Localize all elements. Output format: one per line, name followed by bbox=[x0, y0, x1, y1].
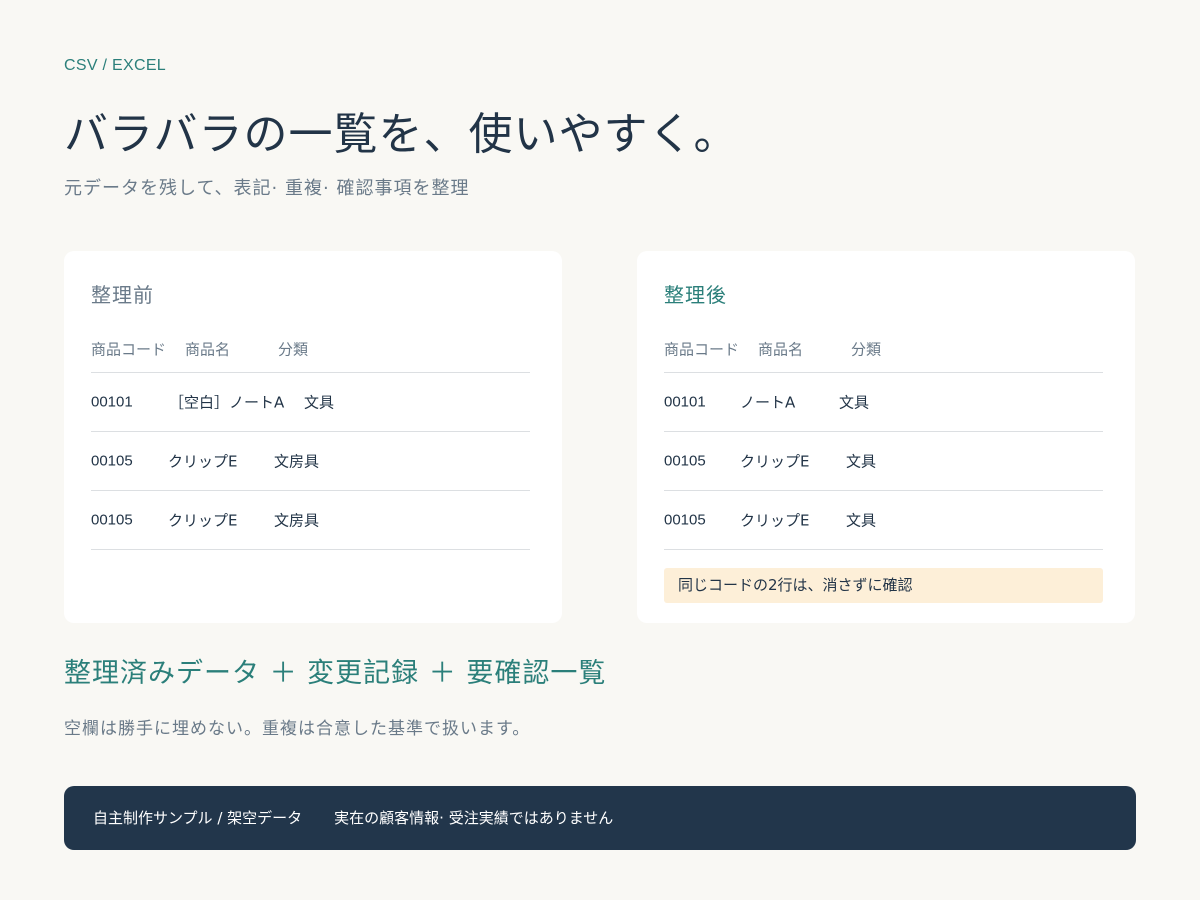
cell-code: 00105 bbox=[664, 452, 706, 470]
column-header-category: 分類 bbox=[851, 340, 882, 359]
table-row: 00105 クリップE 文具 bbox=[664, 432, 1103, 491]
duplicate-note: 同じコードの2行は、消さずに確認 bbox=[664, 568, 1103, 603]
cell-code: 00101 bbox=[91, 393, 133, 411]
column-header-code: 商品コード bbox=[91, 340, 167, 359]
cell-code: 00101 bbox=[664, 393, 706, 411]
eyebrow-label: CSV / EXCEL bbox=[64, 57, 167, 74]
table-header-row: 商品コード 商品名 分類 bbox=[664, 329, 1103, 373]
cell-name: ［空白］ノートA bbox=[169, 393, 285, 412]
before-card-title: 整理前 bbox=[91, 283, 154, 307]
cell-name: クリップE bbox=[740, 511, 810, 530]
page-subtitle: 元データを残して、表記· 重複· 確認事項を整理 bbox=[64, 178, 470, 199]
after-card-title: 整理後 bbox=[664, 283, 727, 307]
cell-name: ノートA bbox=[740, 393, 796, 412]
deliverables-note: 空欄は勝手に埋めない。重複は合意した基準で扱います。 bbox=[64, 719, 531, 739]
after-table: 商品コード 商品名 分類 00101 ノートA 文具 00105 クリップE 文… bbox=[664, 329, 1103, 550]
cell-category: 文房具 bbox=[274, 452, 320, 471]
cell-code: 00105 bbox=[91, 452, 133, 470]
column-header-code: 商品コード bbox=[664, 340, 740, 359]
before-table: 商品コード 商品名 分類 00101 ［空白］ノートA 文具 00105 クリッ… bbox=[91, 329, 530, 550]
table-header-row: 商品コード 商品名 分類 bbox=[91, 329, 530, 373]
after-card: 整理後 商品コード 商品名 分類 00101 ノートA 文具 00105 クリッ… bbox=[637, 251, 1135, 623]
column-header-name: 商品名 bbox=[758, 340, 804, 359]
deliverables-heading: 整理済みデータ ＋ 変更記録 ＋ 要確認一覧 bbox=[64, 658, 607, 689]
cell-name: クリップE bbox=[168, 511, 238, 530]
footer-disclaimer: 実在の顧客情報· 受注実績ではありません bbox=[334, 809, 614, 827]
cell-code: 00105 bbox=[664, 511, 706, 529]
cell-category: 文房具 bbox=[274, 511, 320, 530]
footer-sample-label: 自主制作サンプル / 架空データ bbox=[93, 809, 303, 827]
column-header-category: 分類 bbox=[278, 340, 309, 359]
cell-category: 文具 bbox=[846, 452, 877, 471]
table-row: 00105 クリップE 文具 bbox=[664, 491, 1103, 550]
column-header-name: 商品名 bbox=[185, 340, 231, 359]
table-row: 00101 ノートA 文具 bbox=[664, 373, 1103, 432]
cell-category: 文具 bbox=[846, 511, 877, 530]
table-row: 00105 クリップE 文房具 bbox=[91, 432, 530, 491]
table-row: 00105 クリップE 文房具 bbox=[91, 491, 530, 550]
cell-code: 00105 bbox=[91, 511, 133, 529]
cell-name: クリップE bbox=[740, 452, 810, 471]
before-card: 整理前 商品コード 商品名 分類 00101 ［空白］ノートA 文具 00105… bbox=[64, 251, 562, 623]
cell-category: 文具 bbox=[304, 393, 335, 412]
page-title: バラバラの一覧を、使いやすく。 bbox=[64, 109, 739, 160]
cell-category: 文具 bbox=[839, 393, 870, 412]
table-row: 00101 ［空白］ノートA 文具 bbox=[91, 373, 530, 432]
cell-name: クリップE bbox=[168, 452, 238, 471]
disclaimer-banner: 自主制作サンプル / 架空データ 実在の顧客情報· 受注実績ではありません bbox=[64, 786, 1136, 850]
